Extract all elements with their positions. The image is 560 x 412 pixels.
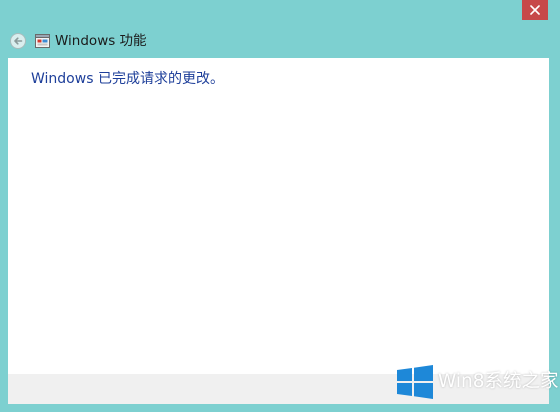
window-title: Windows 功能: [55, 33, 147, 49]
close-icon: [530, 5, 540, 15]
nav-bar: Windows 功能: [0, 28, 560, 56]
close-button[interactable]: [522, 0, 548, 20]
back-arrow-icon[interactable]: [9, 32, 27, 50]
footer-bar: [8, 374, 549, 404]
content-area: Windows 已完成请求的更改。: [8, 58, 549, 374]
windows-features-icon: [35, 34, 50, 48]
window: Windows 功能 Windows 已完成请求的更改。 Win8系统之家: [0, 0, 560, 412]
completion-message: Windows 已完成请求的更改。: [31, 71, 224, 87]
